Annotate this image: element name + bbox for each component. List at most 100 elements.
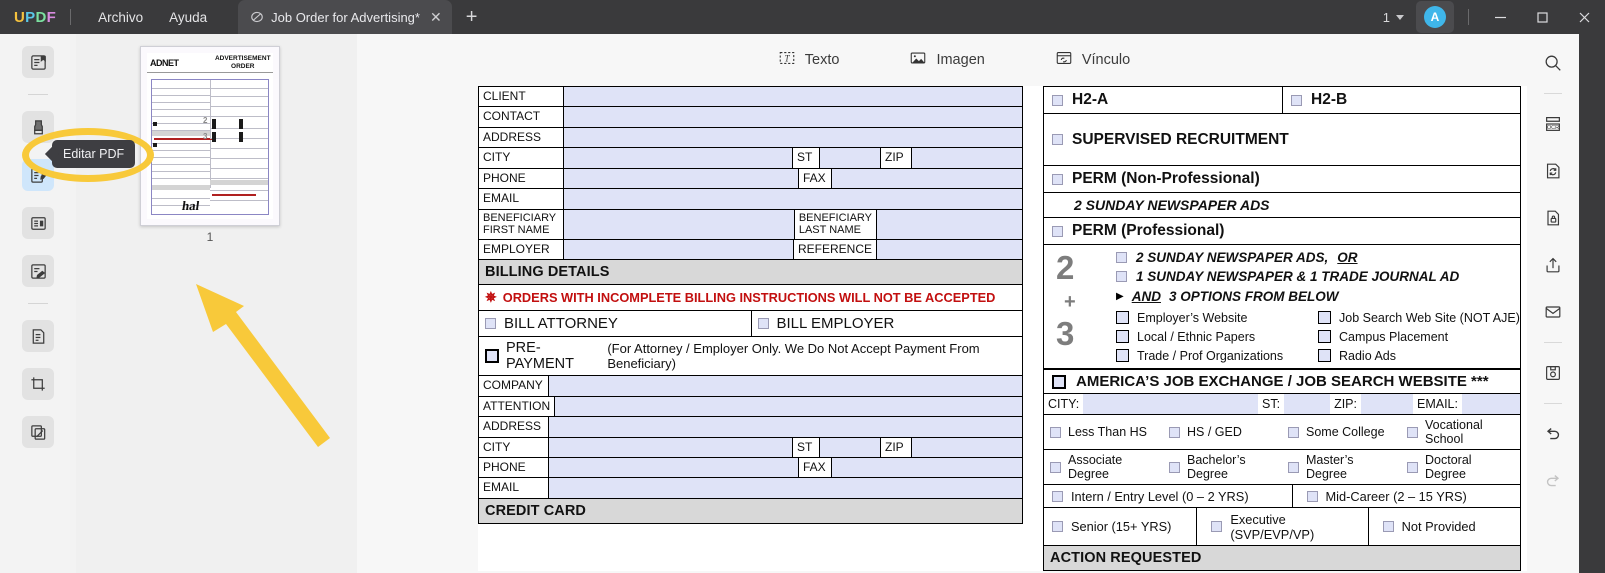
sidebar-annotate-icon[interactable]: [22, 111, 54, 143]
checkbox[interactable]: [1306, 490, 1318, 502]
edu-hs-ged[interactable]: HS / GED: [1163, 415, 1282, 449]
add-text-button[interactable]: T Texto: [772, 45, 846, 76]
edu-bachelors-degree[interactable]: Bachelor’s Degree: [1163, 450, 1282, 484]
level-not-provided[interactable]: Not Provided: [1367, 508, 1520, 545]
sidebar-edit-pdf-icon[interactable]: [22, 159, 54, 191]
checkbox[interactable]: [1116, 330, 1129, 343]
checkbox[interactable]: [485, 349, 499, 364]
document-tab[interactable]: Job Order for Advertising* ✕: [238, 0, 452, 34]
checkbox[interactable]: [1116, 349, 1129, 362]
level-senior[interactable]: Senior (15+ YRS): [1044, 508, 1196, 545]
billing-address-field[interactable]: [549, 417, 1022, 437]
checkbox[interactable]: [1288, 461, 1299, 473]
checkbox[interactable]: [1052, 173, 1063, 185]
option-job-search-website[interactable]: Job Search Web Site (NOT AJE): [1318, 308, 1520, 327]
checkbox[interactable]: [757, 318, 769, 330]
perm-nonprof-option[interactable]: PERM (Non-Professional): [1044, 166, 1520, 192]
email-field[interactable]: [564, 189, 1022, 209]
table-row[interactable]: PHONE FAX: [478, 168, 1023, 190]
checkbox[interactable]: [1050, 461, 1061, 473]
email-pdf-icon[interactable]: [1536, 295, 1570, 329]
sidebar-form-fill-icon[interactable]: [22, 255, 54, 287]
aje-email-field[interactable]: [1462, 394, 1520, 414]
pdf-page[interactable]: CLIENT CONTACT ADDRESS CITY ST ZIP PHONE…: [478, 86, 1551, 571]
table-row[interactable]: ADDRESS: [478, 417, 1023, 438]
checkbox[interactable]: [1407, 426, 1418, 438]
supervised-recruitment-row[interactable]: SUPERVISED RECRUITMENT: [1043, 114, 1521, 166]
employer-field[interactable]: [564, 239, 793, 260]
aje-state-field[interactable]: [1284, 394, 1331, 414]
sidebar-page-organize-icon[interactable]: [22, 207, 54, 239]
beneficiary-last-name-field[interactable]: [877, 209, 1022, 239]
billing-attention-field[interactable]: [555, 396, 1022, 417]
checkbox[interactable]: [1116, 252, 1127, 263]
edu-vocational-school[interactable]: Vocational School: [1401, 415, 1520, 449]
checkbox[interactable]: [1052, 94, 1063, 106]
option-radio-ads[interactable]: Radio Ads: [1318, 346, 1520, 365]
table-row[interactable]: CONTACT: [478, 107, 1023, 128]
level-intern-entry[interactable]: Intern / Entry Level (0 – 2 YRS): [1044, 485, 1292, 507]
table-row[interactable]: PHONE FAX: [478, 458, 1023, 479]
edu-doctoral-degree[interactable]: Doctoral Degree: [1401, 450, 1520, 484]
perm-prof-option[interactable]: PERM (Professional): [1044, 218, 1520, 244]
share-pdf-icon[interactable]: [1536, 248, 1570, 282]
checkbox[interactable]: [1052, 225, 1063, 237]
checkbox[interactable]: [1407, 461, 1418, 473]
table-row[interactable]: EMAIL: [478, 189, 1023, 210]
billing-city-field[interactable]: [549, 437, 792, 457]
undo-icon[interactable]: [1536, 417, 1570, 451]
edu-some-college[interactable]: Some College: [1282, 415, 1401, 449]
close-tab-icon[interactable]: ✕: [430, 10, 442, 24]
account-button[interactable]: A: [1416, 1, 1454, 33]
beneficiary-first-name-field[interactable]: [564, 209, 794, 239]
checkbox[interactable]: [1291, 94, 1302, 106]
save-pdf-icon[interactable]: [1536, 356, 1570, 390]
checkbox[interactable]: [1169, 461, 1180, 473]
sidebar-crop-icon[interactable]: [22, 368, 54, 400]
page-count-selector[interactable]: 1: [1375, 10, 1412, 25]
address-field[interactable]: [564, 127, 1022, 148]
level-executive[interactable]: Executive (SVP/EVP/VP): [1196, 508, 1367, 545]
edu-masters-degree[interactable]: Master’s Degree: [1282, 450, 1401, 484]
option-local-ethnic-papers[interactable]: Local / Ethnic Papers: [1116, 327, 1318, 346]
minimize-button[interactable]: [1479, 0, 1521, 34]
menu-ayuda[interactable]: Ayuda: [156, 6, 220, 29]
billing-zip-field[interactable]: [912, 437, 1022, 457]
h2a-option[interactable]: H2-A: [1044, 87, 1282, 113]
table-row[interactable]: CLIENT: [478, 86, 1023, 108]
table-row[interactable]: EMAIL: [478, 478, 1023, 499]
city-field[interactable]: [564, 148, 792, 168]
ocr-icon[interactable]: OCR: [1536, 107, 1570, 141]
checkbox[interactable]: [1318, 330, 1331, 343]
maximize-button[interactable]: [1521, 0, 1563, 34]
bill-employer-option[interactable]: BILL EMPLOYER: [750, 311, 1023, 337]
billing-state-field[interactable]: [820, 437, 880, 457]
option-campus-placement[interactable]: Campus Placement: [1318, 327, 1520, 346]
client-field[interactable]: [564, 87, 1022, 107]
option-employers-website[interactable]: Employer’s Website: [1116, 308, 1318, 327]
table-row[interactable]: COMPANY: [478, 376, 1023, 397]
checkbox[interactable]: [1050, 426, 1061, 438]
state-field[interactable]: [820, 148, 880, 168]
table-row[interactable]: EMPLOYER REFERENCE: [478, 239, 1023, 261]
h2b-option[interactable]: H2-B: [1282, 87, 1520, 113]
checkbox[interactable]: [1382, 521, 1394, 532]
checkbox[interactable]: [1116, 311, 1129, 324]
checkbox[interactable]: [1052, 490, 1063, 502]
aje-row[interactable]: AMERICA’S JOB EXCHANGE / JOB SEARCH WEBS…: [1043, 369, 1521, 394]
page-thumbnail-1[interactable]: ADNET ADVERTISEMENT ORDER 2 3 hal: [140, 46, 280, 226]
aje-zip-field[interactable]: [1361, 394, 1413, 414]
prepayment-row[interactable]: PRE-PAYMENT (For Attorney / Employer Onl…: [478, 337, 1023, 377]
sidebar-batch-pages-icon[interactable]: [22, 416, 54, 448]
billing-fax-field[interactable]: [832, 458, 1022, 478]
checkbox[interactable]: [1052, 134, 1063, 145]
table-row[interactable]: ADDRESS: [478, 127, 1023, 149]
add-link-button[interactable]: Vínculo: [1049, 45, 1136, 76]
zip-field[interactable]: [912, 148, 1022, 168]
perm-nonprof-row[interactable]: PERM (Non-Professional): [1043, 166, 1521, 193]
checkbox[interactable]: [1211, 521, 1223, 532]
protect-pdf-icon[interactable]: [1536, 201, 1570, 235]
edu-associate-degree[interactable]: Associate Degree: [1044, 450, 1163, 484]
aje-city-field[interactable]: [1083, 394, 1259, 414]
billing-company-field[interactable]: [549, 376, 1022, 396]
